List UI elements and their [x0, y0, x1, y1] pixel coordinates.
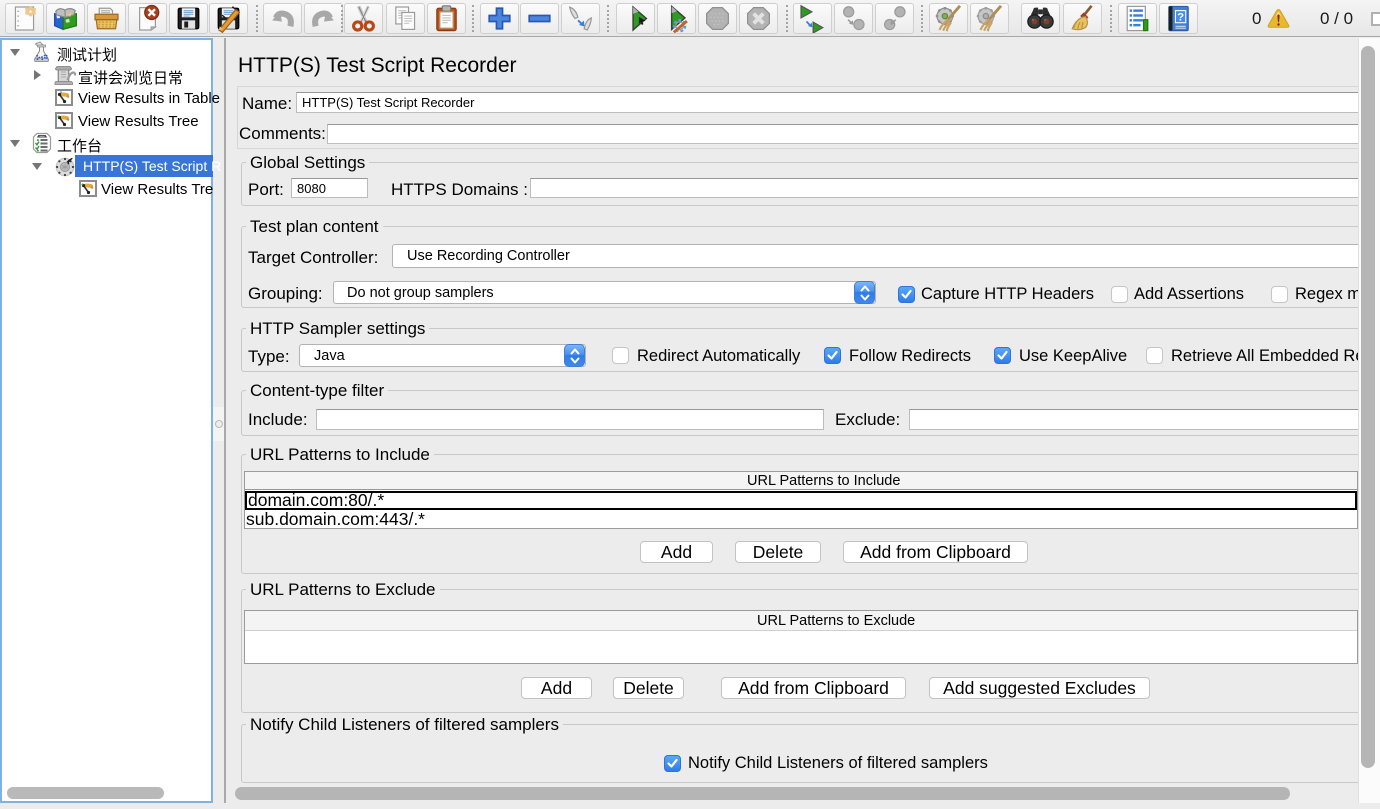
- svg-text:?: ?: [1177, 11, 1184, 23]
